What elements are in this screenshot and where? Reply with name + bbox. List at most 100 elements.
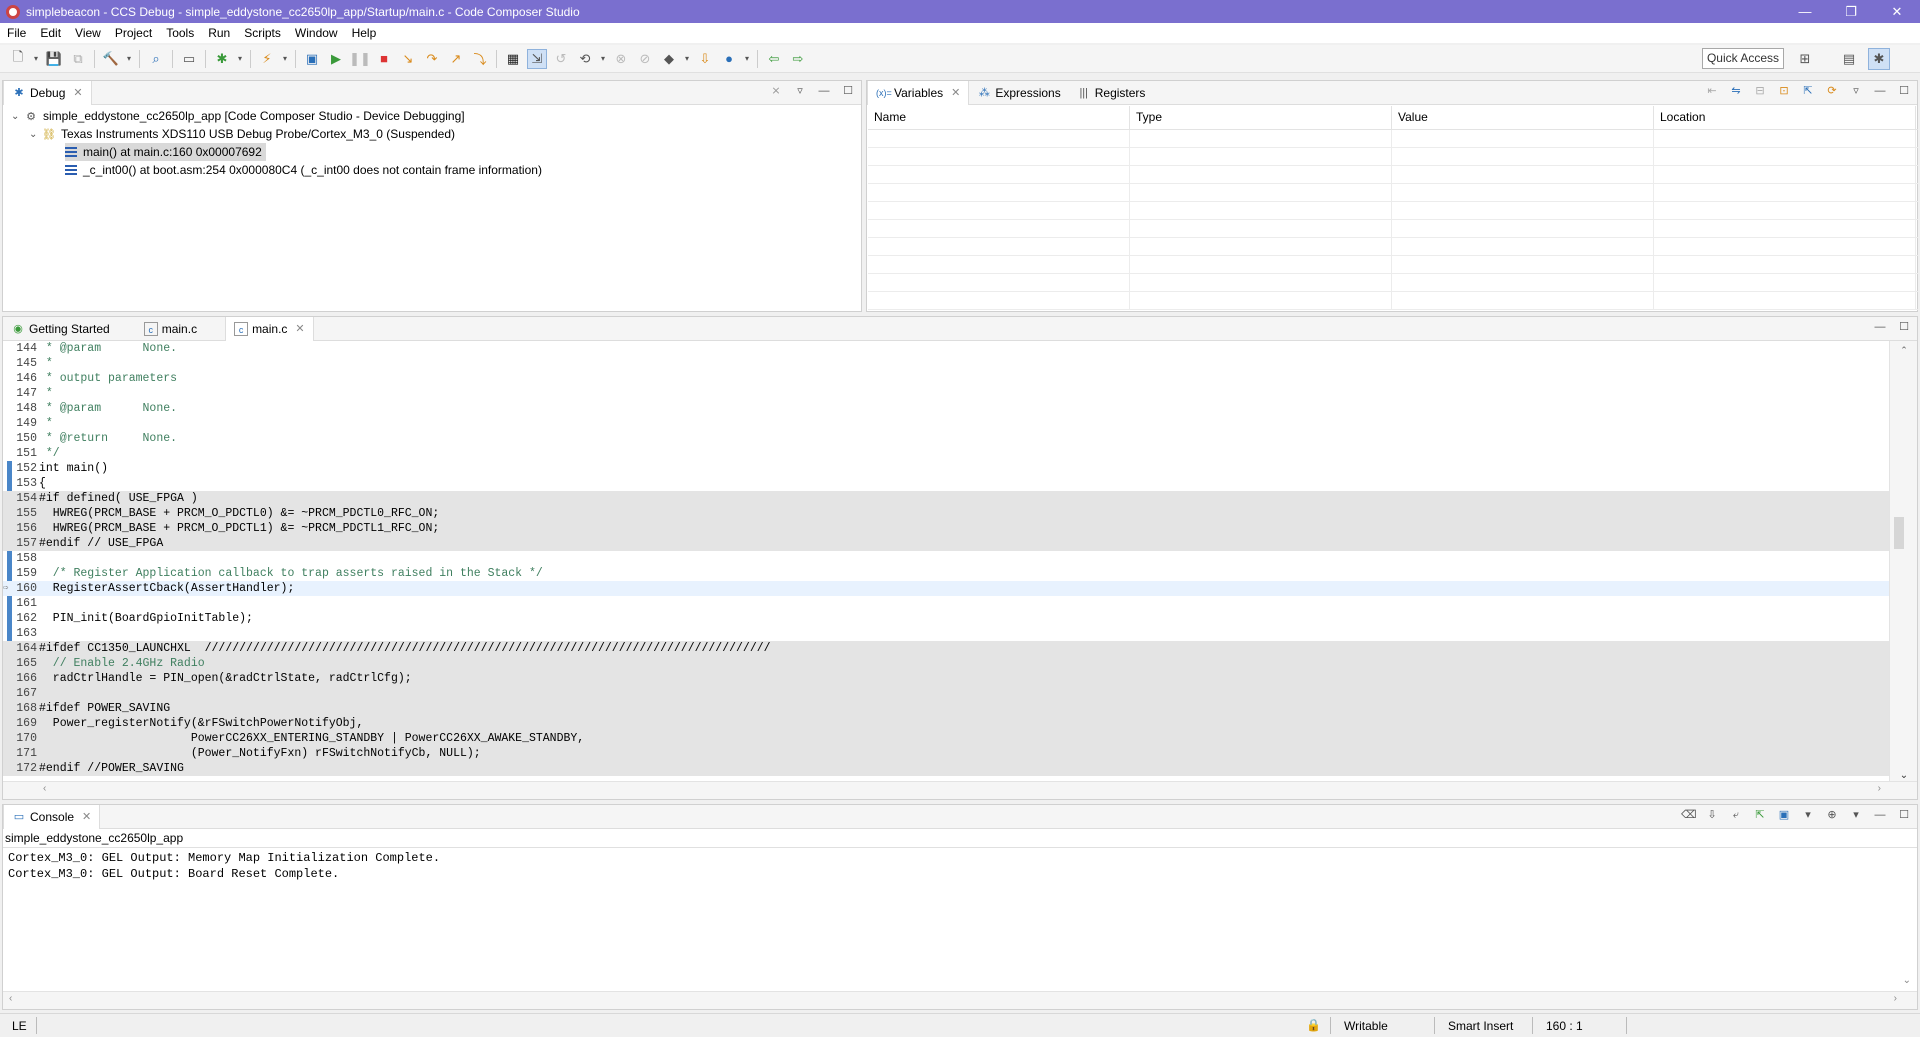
code-line[interactable]: 145 *	[3, 356, 1889, 371]
terminate-icon[interactable]: ■	[374, 49, 394, 69]
collapse-icon[interactable]: ⌄	[11, 111, 23, 122]
run-to-line-icon[interactable]: ⤵	[470, 49, 490, 69]
maximize-icon[interactable]: ☐	[841, 84, 855, 98]
code-line[interactable]: 168 #ifdef POWER_SAVING	[3, 701, 1889, 716]
forward-icon[interactable]: ⇨	[788, 49, 808, 69]
code-line[interactable]: 172 #endif //POWER_SAVING	[3, 761, 1889, 776]
code-line[interactable]: 153{	[3, 476, 1889, 491]
load-program-icon[interactable]: ⇩	[695, 49, 715, 69]
minimize-icon[interactable]: —	[817, 84, 831, 98]
close-tab-icon[interactable]: ✕	[295, 322, 304, 335]
connect-target-icon[interactable]: ▣	[302, 49, 322, 69]
hardware-breakpoint-icon[interactable]: ⊘	[635, 49, 655, 69]
code-line[interactable]: 147 *	[3, 386, 1889, 401]
debug-session-row[interactable]: ⌄ ⚙ simple_eddystone_cc2650lp_app [Code …	[11, 107, 465, 125]
scrollbar-thumb[interactable]	[1894, 517, 1904, 549]
back-icon[interactable]: ⇦	[764, 49, 784, 69]
save-icon[interactable]: 💾	[44, 49, 64, 69]
close-tab-icon[interactable]: ✕	[82, 810, 91, 823]
menu-window[interactable]: Window	[288, 26, 345, 40]
minimize-icon[interactable]: —	[1873, 808, 1887, 822]
tab-registers[interactable]: ||| Registers	[1069, 81, 1154, 105]
open-perspective-icon[interactable]: ⊞	[1794, 48, 1816, 70]
dropdown-icon[interactable]: ▾	[125, 49, 133, 69]
scroll-left-icon[interactable]: ‹	[43, 783, 46, 794]
tab-debug[interactable]: ✱ Debug ✕	[3, 80, 92, 105]
close-button[interactable]: ✕	[1874, 0, 1920, 23]
code-line[interactable]: 164 #ifdef CC1350_LAUNCHXL //////////////…	[3, 641, 1889, 656]
open-console-icon[interactable]: ⊕	[1825, 808, 1839, 822]
menu-help[interactable]: Help	[345, 26, 384, 40]
pin-icon[interactable]: ⇱	[1801, 84, 1815, 98]
code-line[interactable]: 169 Power_registerNotify(&rFSwitchPowerN…	[3, 716, 1889, 731]
maximize-icon[interactable]: ☐	[1897, 84, 1911, 98]
console-horizontal-scrollbar[interactable]: ‹ ›	[3, 991, 1917, 1009]
new-view-icon[interactable]: ⊡	[1777, 84, 1791, 98]
menu-view[interactable]: View	[68, 26, 108, 40]
stack-frame-main[interactable]: main() at main.c:160 0x00007692	[65, 143, 266, 161]
tab-expressions[interactable]: ⁂ Expressions	[969, 81, 1068, 105]
code-line[interactable]: 161	[3, 596, 1889, 611]
search-icon[interactable]: ⌕	[146, 49, 166, 69]
stack-frame-c-int00[interactable]: _c_int00() at boot.asm:254 0x000080C4 (_…	[65, 161, 542, 179]
code-line[interactable]: 155 HWREG(PRCM_BASE + PRCM_O_PDCTL0) &= …	[3, 506, 1889, 521]
code-line[interactable]: 152 int main()	[3, 461, 1889, 476]
column-header-location[interactable]: Location	[1654, 106, 1916, 129]
editor-vertical-scrollbar[interactable]: ⌃ ⌄	[1889, 341, 1917, 781]
scroll-down-icon[interactable]: ⌄	[1890, 770, 1918, 781]
resume-icon[interactable]: ▶	[326, 49, 346, 69]
close-tab-icon[interactable]: ✕	[951, 86, 960, 99]
close-tab-icon[interactable]: ✕	[73, 86, 82, 99]
dropdown-icon[interactable]: ▾	[599, 49, 607, 69]
code-editor[interactable]: 144 * @param None. 145 * 146 * output para…	[3, 341, 1889, 781]
code-line[interactable]: 162 PIN_init(BoardGpioInitTable);	[3, 611, 1889, 626]
minimize-icon[interactable]: —	[1873, 320, 1887, 334]
scroll-down-icon[interactable]: ⌄	[1903, 975, 1911, 986]
terminal-icon[interactable]: ▭	[179, 49, 199, 69]
code-line[interactable]: 146 * output parameters	[3, 371, 1889, 386]
code-line[interactable]: 163	[3, 626, 1889, 641]
collapse-icon[interactable]: ⌄	[29, 129, 41, 140]
scroll-right-icon[interactable]: ›	[1894, 993, 1897, 1004]
tab-main-c-1[interactable]: c main.c	[136, 317, 205, 341]
scroll-up-icon[interactable]: ⌃	[1890, 345, 1918, 356]
code-line[interactable]: 170 PowerCC26XX_ENTERING_STANDBY | Power…	[3, 731, 1889, 746]
pin-console-icon[interactable]: ⇱	[1753, 808, 1767, 822]
code-line[interactable]: 160 RegisterAssertCback(AssertHandler); ⇨	[3, 581, 1889, 596]
dropdown-icon[interactable]: ▾	[281, 49, 289, 69]
breakpoint-icon[interactable]: ⊗	[611, 49, 631, 69]
dropdown-icon[interactable]: ▾	[743, 49, 751, 69]
code-line[interactable]: 148 * @param None.	[3, 401, 1889, 416]
clear-console-icon[interactable]: ⌫	[1681, 808, 1697, 822]
restore-button[interactable]: ❐	[1828, 0, 1874, 23]
tab-getting-started[interactable]: ◉ Getting Started	[3, 317, 118, 341]
column-header-name[interactable]: Name	[868, 106, 1130, 129]
word-wrap-icon[interactable]: ⤶	[1729, 808, 1743, 822]
debug-bug-icon[interactable]: ✱	[212, 49, 232, 69]
menu-tools[interactable]: Tools	[159, 26, 201, 40]
maximize-icon[interactable]: ☐	[1897, 808, 1911, 822]
step-over-icon[interactable]: ↷	[422, 49, 442, 69]
show-type-names-icon[interactable]: ⇤	[1705, 84, 1719, 98]
ccs-debug-perspective-icon[interactable]: ✱	[1868, 48, 1890, 70]
code-line[interactable]: 157 #endif // USE_FPGA	[3, 536, 1889, 551]
tab-main-c-2[interactable]: c main.c ✕	[225, 316, 314, 341]
code-line[interactable]: 150 * @return None.	[3, 431, 1889, 446]
dropdown-icon[interactable]: ▾	[1849, 808, 1863, 822]
menu-run[interactable]: Run	[201, 26, 237, 40]
build-icon[interactable]: 🔨	[101, 49, 121, 69]
code-line[interactable]: 166 radCtrlHandle = PIN_open(&radCtrlSta…	[3, 671, 1889, 686]
menu-project[interactable]: Project	[108, 26, 159, 40]
column-header-value[interactable]: Value	[1392, 106, 1654, 129]
menu-scripts[interactable]: Scripts	[237, 26, 288, 40]
external-tools-icon[interactable]: ●	[719, 49, 739, 69]
tab-console[interactable]: ▭ Console ✕	[3, 804, 101, 829]
code-line[interactable]: 156 HWREG(PRCM_BASE + PRCM_O_PDCTL1) &= …	[3, 521, 1889, 536]
collapse-all-icon[interactable]: ⊟	[1753, 84, 1767, 98]
code-line[interactable]: 144 * @param None.	[3, 341, 1889, 356]
step-return-icon[interactable]: ↗	[446, 49, 466, 69]
code-line[interactable]: 165 // Enable 2.4GHz Radio	[3, 656, 1889, 671]
menu-file[interactable]: File	[0, 26, 33, 40]
quick-access-field[interactable]: Quick Access	[1701, 48, 1784, 69]
code-line[interactable]: 171 (Power_NotifyFxn) rFSwitchNotifyCb, …	[3, 746, 1889, 761]
